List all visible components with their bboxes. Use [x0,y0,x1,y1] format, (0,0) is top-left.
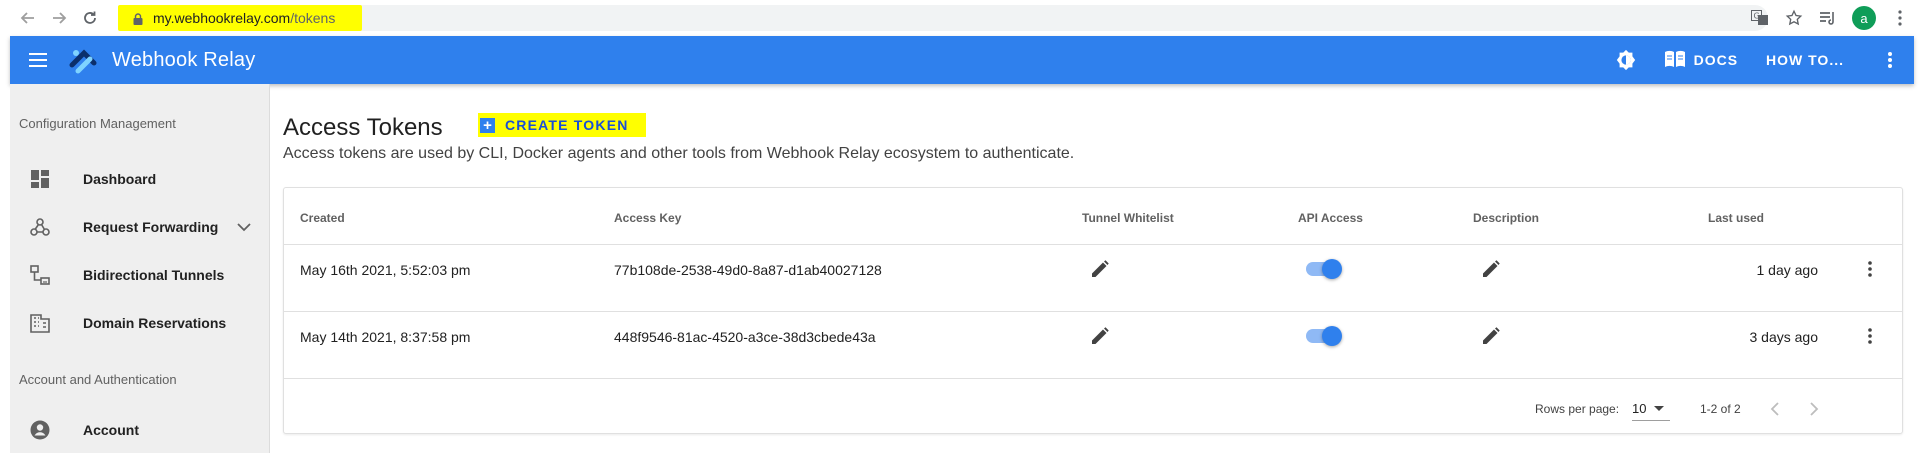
address-bar[interactable]: my.webhookrelay.com/tokens [118,5,1768,31]
row-divider [284,244,1902,245]
main-content: Access Tokens + CREATE TOKEN Access toke… [283,84,1920,453]
chevron-right-icon[interactable] [1802,397,1826,421]
more-vert-icon[interactable] [1866,36,1914,84]
forward-arrow-icon[interactable] [45,4,73,32]
pencil-icon[interactable] [1479,324,1503,348]
url-path: /tokens [290,10,336,26]
reload-icon[interactable] [76,4,104,32]
column-header-last-used[interactable]: Last used [1708,211,1764,225]
sidebar: Configuration Management Dashboard Reque… [10,84,270,453]
api-access-toggle[interactable] [1304,324,1344,348]
rows-per-page-select[interactable]: 10 [1632,395,1670,421]
url-host: my.webhookrelay.com [153,10,291,26]
sidebar-item-request-forwarding[interactable]: Request Forwarding [10,203,269,251]
tunnel-icon [28,263,52,287]
app-bar: Webhook Relay DOCS HOW TO... [10,36,1914,84]
column-header-description[interactable]: Description [1473,211,1539,225]
lock-icon [133,12,143,25]
column-header-tunnel-whitelist[interactable]: Tunnel Whitelist [1082,211,1174,225]
rows-per-page-value: 10 [1632,401,1647,416]
row-access-key: 77b108de-2538-49d0-8a87-d1ab40027128 [614,262,882,278]
translate-icon[interactable]: G [1750,8,1770,28]
dashboard-icon [28,167,52,191]
sidebar-item-account[interactable]: Account [10,406,269,454]
sidebar-section-config: Configuration Management [19,116,176,131]
chevron-left-icon[interactable] [1762,397,1786,421]
webhook-icon [28,215,52,239]
row-divider [284,311,1902,312]
reading-list-icon[interactable] [1818,8,1838,28]
row-last-used: 3 days ago [1749,329,1819,345]
theme-toggle-icon[interactable] [1602,36,1650,84]
page-description: Access tokens are used by CLI, Docker ag… [283,145,1075,162]
column-header-created[interactable]: Created [300,211,345,225]
star-icon[interactable] [1784,8,1804,28]
domain-icon [28,311,52,335]
docs-button[interactable]: DOCS [1650,42,1752,78]
column-header-api-access[interactable]: API Access [1298,211,1363,225]
menu-icon[interactable] [14,36,62,84]
browser-nav [14,4,104,32]
sidebar-item-label: Domain Reservations [83,315,227,331]
create-token-button[interactable]: + CREATE TOKEN [478,113,646,137]
toggle-thumb [1322,259,1342,279]
pencil-icon[interactable] [1479,257,1503,281]
app-bar-actions: DOCS HOW TO... [1602,36,1914,84]
chevron-down-icon[interactable] [232,215,256,239]
back-arrow-icon[interactable] [14,4,42,32]
docs-book-icon [1664,50,1686,71]
create-token-label: CREATE TOKEN [505,117,629,133]
column-header-access-key[interactable]: Access Key [614,211,681,225]
sidebar-item-label: Dashboard [83,171,157,187]
pencil-icon[interactable] [1088,324,1112,348]
browser-actions: G a [1750,0,1920,36]
how-to-button[interactable]: HOW TO... [1752,42,1858,78]
pencil-icon[interactable] [1088,257,1112,281]
sidebar-item-dashboard[interactable]: Dashboard [10,155,269,203]
browser-more-icon[interactable] [1890,8,1910,28]
sidebar-item-label: Bidirectional Tunnels [83,267,225,283]
sidebar-item-domain-reservations[interactable]: Domain Reservations [10,299,269,347]
row-created: May 14th 2021, 8:37:58 pm [300,329,471,345]
webhook-relay-logo[interactable] [68,45,98,75]
table-pagination: Rows per page: 10 1-2 of 2 [284,385,1902,433]
dropdown-arrow-icon [1654,406,1664,411]
plus-icon: + [480,117,495,133]
url-text: my.webhookrelay.com/tokens [153,10,335,26]
docs-label: DOCS [1693,52,1739,68]
account-circle-icon [28,418,52,442]
row-more-icon[interactable] [1858,324,1882,348]
browser-toolbar: my.webhookrelay.com/tokens G a [0,0,1920,36]
profile-avatar[interactable]: a [1852,6,1876,30]
tokens-table: Created Access Key Tunnel Whitelist API … [283,187,1903,434]
row-last-used: 1 day ago [1756,262,1819,278]
sidebar-item-bidirectional-tunnels[interactable]: Bidirectional Tunnels [10,251,269,299]
row-divider [284,378,1902,379]
row-access-key: 448f9546-81ac-4520-a3ce-38d3cbede43a [614,329,876,345]
row-more-icon[interactable] [1858,257,1882,281]
api-access-toggle[interactable] [1304,257,1344,281]
toggle-thumb [1322,326,1342,346]
sidebar-item-label: Request Forwarding [83,219,219,235]
title-row: Access Tokens [283,114,443,142]
pagination-range: 1-2 of 2 [1700,402,1741,416]
sidebar-item-label: Account [83,422,139,438]
app-title[interactable]: Webhook Relay [112,49,255,72]
sidebar-section-account: Account and Authentication [19,372,177,387]
rows-per-page-label: Rows per page: [1535,402,1620,416]
row-created: May 16th 2021, 5:52:03 pm [300,262,471,278]
page-title: Access Tokens [283,114,443,141]
